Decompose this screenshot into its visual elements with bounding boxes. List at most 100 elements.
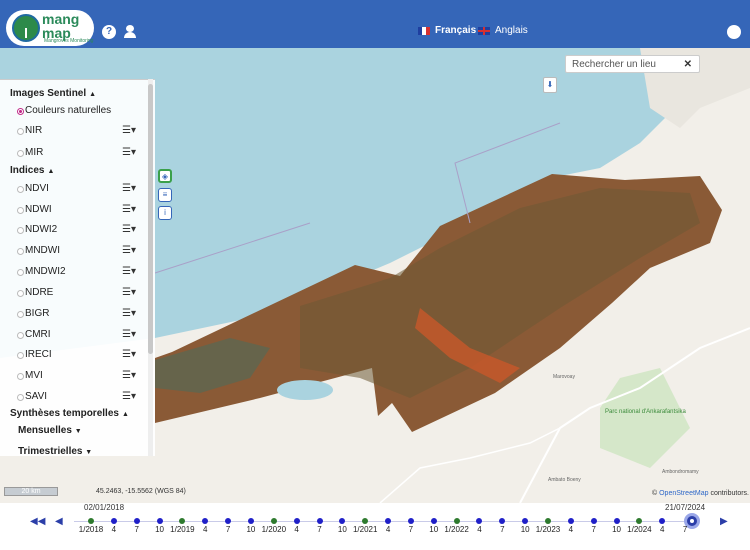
timeline-prev-button[interactable]: ◀ <box>55 516 63 527</box>
timeline-tick-label: 4 <box>385 525 391 534</box>
layer-cmri[interactable]: CMRI ☰▾ <box>17 329 147 343</box>
clear-search-icon[interactable]: ✕ <box>684 59 692 70</box>
timeline-date-dot[interactable] <box>110 518 117 524</box>
osm-link[interactable]: OpenStreetMap <box>659 490 708 497</box>
globe-icon[interactable] <box>727 25 741 39</box>
mangmap-logo[interactable]: mang map Mangroves Monitoring <box>6 10 94 46</box>
timeline-date-dot[interactable] <box>453 518 460 524</box>
mangrove-tree-icon <box>12 14 40 42</box>
timeline-tick-label: 1/2019 <box>170 525 195 534</box>
timeline-tick-label: 4 <box>660 525 665 534</box>
radio-button[interactable] <box>17 269 24 276</box>
layer-menu-icon[interactable]: ☰▾ <box>122 329 136 340</box>
layer-menu-icon[interactable]: ☰▾ <box>122 224 136 235</box>
flag-fr-icon <box>418 26 430 35</box>
timeline-date-dot[interactable] <box>407 518 414 524</box>
timeline-tick-label: 7 <box>225 525 231 534</box>
timeline-date-dot[interactable] <box>316 518 323 524</box>
layer-menu-icon[interactable]: ☰▾ <box>122 147 136 158</box>
radio-button[interactable] <box>17 332 24 339</box>
radio-button[interactable] <box>17 248 24 255</box>
radio-button[interactable] <box>17 186 24 193</box>
language-french-button[interactable]: Français <box>418 25 476 36</box>
timeline-tick-label: 7 <box>682 525 688 534</box>
layer-menu-icon[interactable]: ☰▾ <box>122 391 136 402</box>
layers-icon[interactable]: ◈ <box>158 169 172 183</box>
timeline-track[interactable] <box>74 521 694 522</box>
layer-nir[interactable]: NIR ☰▾ <box>17 125 147 139</box>
radio-button[interactable] <box>17 227 24 234</box>
layer-mndwi2[interactable]: MNDWI2 ☰▾ <box>17 266 147 280</box>
layer-mvi[interactable]: MVI ☰▾ <box>17 370 147 384</box>
download-icon[interactable]: ⬇ <box>543 77 557 93</box>
layer-menu-icon[interactable]: ☰▾ <box>122 125 136 136</box>
timeline-tick-label: 1/2023 <box>535 525 561 534</box>
radio-button[interactable] <box>17 128 24 135</box>
radio-button[interactable] <box>17 290 24 297</box>
timeline-first-button[interactable]: ◀◀ <box>30 516 45 527</box>
info-icon[interactable]: i <box>158 206 172 220</box>
timeline-next-button[interactable]: ▶ <box>720 516 728 527</box>
layer-menu-icon[interactable]: ☰▾ <box>122 183 136 194</box>
radio-button[interactable] <box>17 108 24 115</box>
layer-menu-icon[interactable]: ☰▾ <box>122 287 136 298</box>
layer-ireci[interactable]: IRECI ☰▾ <box>17 349 147 363</box>
logo-text: mang map <box>42 11 80 41</box>
timeline-end-date: 21/07/2024 <box>665 503 706 512</box>
timeline-date-dot[interactable] <box>545 518 551 524</box>
timeline-tick-label: 10 <box>246 525 256 534</box>
timeline-tick-label: 1/2022 <box>444 525 469 534</box>
radio-button[interactable] <box>17 352 24 359</box>
timeline-date-dot[interactable] <box>590 518 597 524</box>
park-label: Parc national d'Ankarafantsika <box>605 409 687 415</box>
timeline-date-dot[interactable] <box>430 518 437 524</box>
section-temporal[interactable]: Synthèses temporelles ▲ <box>10 408 129 419</box>
user-icon[interactable] <box>123 25 137 39</box>
layer-natural-colors[interactable]: Couleurs naturelles <box>17 105 147 119</box>
layer-menu-icon[interactable]: ☰▾ <box>122 370 136 381</box>
radio-button[interactable] <box>17 150 24 157</box>
radio-button[interactable] <box>17 207 24 214</box>
layer-ndre[interactable]: NDRE ☰▾ <box>17 287 147 301</box>
layer-menu-icon[interactable]: ☰▾ <box>122 204 136 215</box>
help-icon[interactable]: ? <box>102 25 116 39</box>
timeline-date-dot[interactable] <box>156 518 163 524</box>
map-attribution: © OpenStreetMap contributors. <box>652 490 749 497</box>
timeline-date-dot[interactable] <box>88 518 94 524</box>
temporal-monthly[interactable]: Mensuelles ▼ <box>18 425 82 436</box>
radio-button[interactable] <box>17 373 24 380</box>
timeline-date-dot[interactable] <box>567 518 574 524</box>
layer-ndwi[interactable]: NDWI ☰▾ <box>17 204 147 218</box>
layer-menu-icon[interactable]: ☰▾ <box>122 308 136 319</box>
layer-mir[interactable]: MIR ☰▾ <box>17 147 147 161</box>
layer-mndwi[interactable]: MNDWI ☰▾ <box>17 245 147 259</box>
layer-bigr[interactable]: BIGR ☰▾ <box>17 308 147 322</box>
timeline-date-dot[interactable] <box>270 518 277 524</box>
timeline-date-dot[interactable] <box>613 518 620 524</box>
radio-button[interactable] <box>17 311 24 318</box>
timeline-date-dot[interactable] <box>133 518 140 524</box>
timeline-date-dot[interactable] <box>247 518 254 524</box>
layer-ndvi[interactable]: NDVI ☰▾ <box>17 183 147 197</box>
timeline-tick-label: 7 <box>408 525 414 534</box>
layer-menu-icon[interactable]: ☰▾ <box>122 245 136 256</box>
timeline-date-dot[interactable] <box>293 518 300 524</box>
search-input[interactable]: Rechercher un lieu ✕ <box>565 55 700 73</box>
list-icon[interactable]: ≡ <box>158 188 172 202</box>
timeline-date-dot[interactable] <box>385 518 392 524</box>
layer-menu-icon[interactable]: ☰▾ <box>122 266 136 277</box>
temporal-quarterly[interactable]: Trimestrielles ▼ <box>18 446 92 456</box>
panel-scrollbar-thumb[interactable] <box>148 84 153 354</box>
layer-panel: Images Sentinel ▲ Couleurs naturelles NIR… <box>0 79 155 456</box>
layer-ndwi2[interactable]: NDWI2 ☰▾ <box>17 224 147 238</box>
section-sentinel[interactable]: Images Sentinel ▲ <box>10 88 96 99</box>
timeline-tick-label: 10 <box>429 525 439 534</box>
logo-tagline: Mangroves Monitoring <box>44 38 94 44</box>
flag-uk-icon <box>478 26 490 35</box>
section-indices[interactable]: Indices ▲ <box>10 165 54 176</box>
timeline-tick-label: 7 <box>317 525 322 534</box>
layer-savi[interactable]: SAVI ☰▾ <box>17 391 147 405</box>
layer-menu-icon[interactable]: ☰▾ <box>122 349 136 360</box>
radio-button[interactable] <box>17 394 24 401</box>
language-english-button[interactable]: Anglais <box>478 25 528 36</box>
